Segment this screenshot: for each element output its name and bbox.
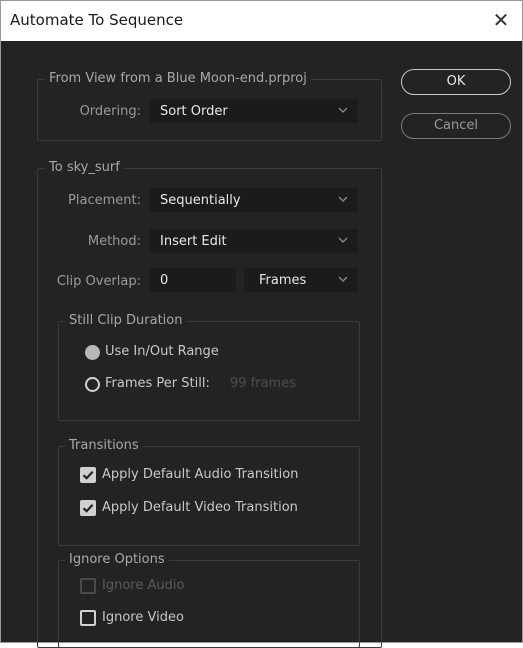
frames-per-still-value: 99 frames <box>230 376 296 391</box>
automate-to-sequence-dialog: Automate To Sequence ✕ From View from a … <box>0 0 523 648</box>
dialog-title: Automate To Sequence <box>10 11 184 29</box>
cancel-button[interactable]: Cancel <box>401 113 511 139</box>
audio-transition-checkbox[interactable] <box>80 467 96 483</box>
ignore-options-group <box>58 560 360 648</box>
ignore-audio-checkbox <box>80 578 96 594</box>
placement-label: Placement: <box>68 193 141 208</box>
still-clip-legend: Still Clip Duration <box>65 313 187 328</box>
checkmark-icon <box>82 471 94 480</box>
transitions-group <box>58 446 360 546</box>
dialog-body: From View from a Blue Moon-end.prproj Or… <box>1 41 522 648</box>
ignore-audio-label: Ignore Audio <box>102 578 185 593</box>
ignore-video-label: Ignore Video <box>102 610 184 625</box>
chevron-down-icon <box>338 107 348 113</box>
method-label: Method: <box>87 234 141 249</box>
use-inout-label: Use In/Out Range <box>105 344 219 359</box>
title-bar: Automate To Sequence ✕ <box>1 1 522 41</box>
close-icon[interactable]: ✕ <box>488 7 514 33</box>
transitions-legend: Transitions <box>65 438 143 453</box>
chevron-down-icon <box>338 276 348 282</box>
audio-transition-label: Apply Default Audio Transition <box>102 467 299 482</box>
video-transition-checkbox[interactable] <box>80 500 96 516</box>
ordering-label: Ordering: <box>79 104 141 119</box>
method-select[interactable]: Insert Edit <box>150 229 358 253</box>
frames-per-still-radio[interactable] <box>85 377 100 392</box>
chevron-down-icon <box>338 196 348 202</box>
overlap-unit-select[interactable]: Frames <box>244 268 358 292</box>
checkmark-icon <box>82 504 94 513</box>
to-group-legend: To sky_surf <box>45 160 124 175</box>
ordering-select[interactable]: Sort Order <box>150 99 358 123</box>
chevron-down-icon <box>338 237 348 243</box>
video-transition-label: Apply Default Video Transition <box>102 500 298 515</box>
ignore-options-legend: Ignore Options <box>65 552 169 567</box>
use-inout-radio[interactable] <box>85 345 100 360</box>
overlap-unit-value: Frames <box>259 273 307 288</box>
clip-overlap-input[interactable]: 0 <box>150 268 236 292</box>
from-group-legend: From View from a Blue Moon-end.prproj <box>45 71 311 86</box>
frames-per-still-label: Frames Per Still: <box>105 376 210 391</box>
method-select-value: Insert Edit <box>160 234 227 249</box>
clip-overlap-label: Clip Overlap: <box>56 274 141 289</box>
placement-select-value: Sequentially <box>160 193 241 208</box>
ordering-select-value: Sort Order <box>160 104 228 119</box>
still-clip-group <box>58 321 360 421</box>
ok-button[interactable]: OK <box>401 69 511 95</box>
placement-select[interactable]: Sequentially <box>150 188 358 212</box>
ignore-video-checkbox[interactable] <box>80 610 96 626</box>
